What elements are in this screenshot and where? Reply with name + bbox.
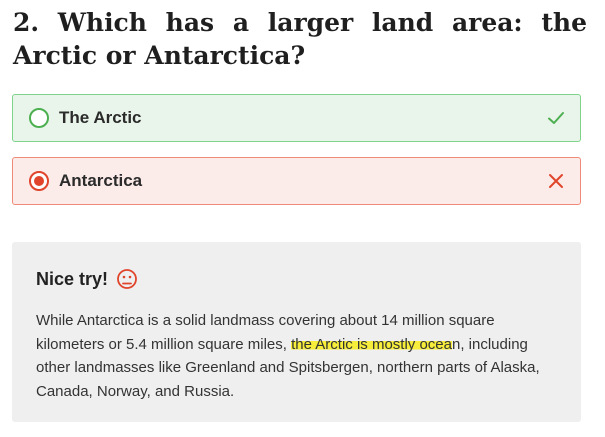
radio-dot	[34, 176, 44, 186]
sad-face-icon	[117, 269, 137, 289]
feedback-panel: Nice try! While Antarctica is a solid la…	[12, 242, 581, 422]
radio-button-unselected[interactable]	[29, 108, 49, 128]
question-title: 2. Which has a larger land area: the Arc…	[13, 8, 587, 70]
radio-button-selected[interactable]	[29, 171, 49, 191]
feedback-text: While Antarctica is a solid landmass cov…	[36, 309, 566, 403]
answer-option-the-arctic[interactable]: The Arctic	[12, 94, 581, 142]
highlighted-text: the Arctic is mostly ocea	[291, 335, 452, 353]
answer-option-antarctica[interactable]: Antarctica	[12, 157, 581, 205]
x-icon	[549, 174, 563, 188]
answer-label: The Arctic	[59, 108, 142, 127]
answer-label: Antarctica	[59, 171, 143, 190]
feedback-title: Nice try!	[36, 269, 109, 289]
check-icon	[548, 112, 564, 124]
